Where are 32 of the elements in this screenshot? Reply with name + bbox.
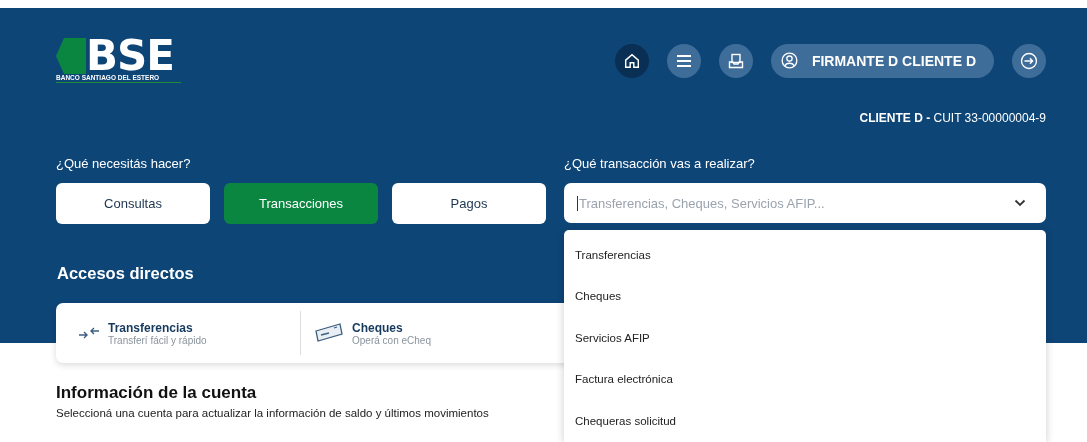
home-icon: [622, 51, 641, 70]
dropdown-option[interactable]: Chequeras solicitud: [564, 400, 1046, 442]
category-tab[interactable]: Consultas: [56, 183, 210, 224]
category-tab[interactable]: Transacciones: [224, 183, 378, 224]
shortcut-title[interactable]: Cheques: [352, 320, 431, 335]
account-info-title: Información de la cuenta: [56, 383, 257, 403]
shortcut-subtitle: Transferí fácil y rápido: [108, 334, 207, 346]
nav-button[interactable]: [614, 43, 649, 78]
nav-button[interactable]: [718, 43, 753, 78]
inbox-icon: [727, 52, 744, 69]
logout-button[interactable]: [1012, 43, 1046, 78]
dropdown-option[interactable]: Factura electrónica: [564, 358, 1046, 400]
shortcuts-title: Accesos directos: [57, 264, 194, 283]
dropdown-option[interactable]: Servicios AFIP: [564, 317, 1046, 359]
arrows-icon: [78, 325, 100, 341]
cheque-icon: [314, 322, 344, 344]
account-info-subtitle: Seleccioná una cuenta para actualizar la información de saldo y últimos movimientos: [56, 407, 489, 419]
dropdown-option[interactable]: Cheques: [564, 275, 1046, 317]
logo-mark: BSE: [86, 38, 174, 74]
shortcut-subtitle: Operá con eCheq: [352, 334, 431, 346]
user-icon: [780, 52, 798, 69]
user-button[interactable]: FIRMANTE D CLIENTE D: [770, 43, 994, 78]
shortcut-title[interactable]: Transferencias: [108, 320, 207, 335]
logout-icon: [1020, 51, 1038, 70]
client-info: CLIENTE D - CUIT 33-00000004-9: [858, 110, 1047, 125]
logo-arrow-icon: [56, 38, 86, 74]
transaction-label: ¿Qué transacción vas a realizar?: [564, 156, 756, 171]
category-tab[interactable]: Pagos: [392, 183, 546, 224]
dropdown-option[interactable]: Transferencias: [564, 234, 1046, 276]
nav-button[interactable]: [666, 43, 701, 78]
menu-icon: [675, 53, 692, 68]
categories-label: ¿Qué necesitás hacer?: [56, 156, 192, 171]
